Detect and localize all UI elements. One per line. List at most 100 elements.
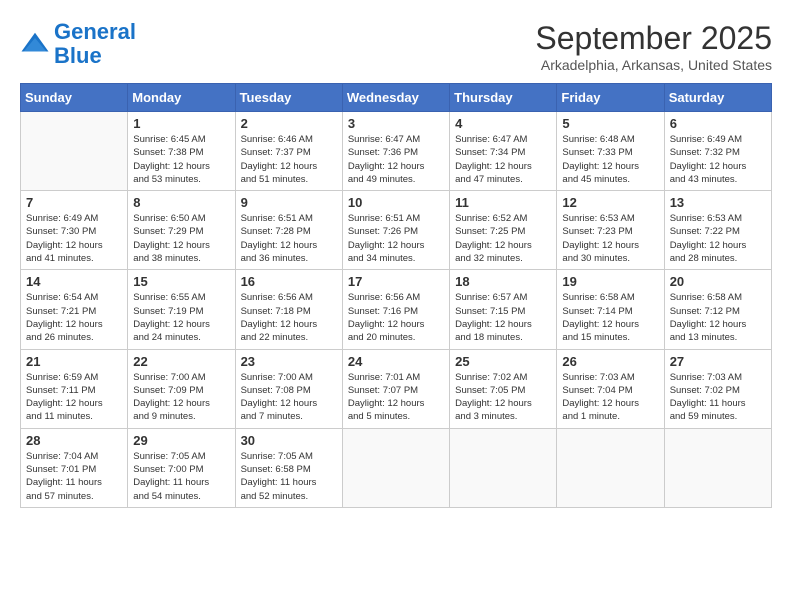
day-info: Sunrise: 6:51 AM Sunset: 7:28 PM Dayligh… — [241, 212, 337, 265]
calendar-cell: 20Sunrise: 6:58 AM Sunset: 7:12 PM Dayli… — [664, 270, 771, 349]
calendar-cell: 9Sunrise: 6:51 AM Sunset: 7:28 PM Daylig… — [235, 191, 342, 270]
day-number: 4 — [455, 116, 551, 131]
day-info: Sunrise: 6:55 AM Sunset: 7:19 PM Dayligh… — [133, 291, 229, 344]
day-header-sunday: Sunday — [21, 84, 128, 112]
calendar-cell: 24 Sunrise: 7:01 AM Sunset: 7:07 PM Dayli… — [342, 349, 449, 428]
day-info: Sunrise: 6:51 AM Sunset: 7:26 PM Dayligh… — [348, 212, 444, 265]
calendar-cell: 11Sunrise: 6:52 AM Sunset: 7:25 PM Dayli… — [450, 191, 557, 270]
day-number: 8 — [133, 195, 229, 210]
day-number: 7 — [26, 195, 122, 210]
calendar-cell: 8 Sunrise: 6:50 AM Sunset: 7:29 PM Daylig… — [128, 191, 235, 270]
calendar-cell: 1 Sunrise: 6:45 AM Sunset: 7:38 PM Daylig… — [128, 112, 235, 191]
calendar-week-3: 14 Sunrise: 6:54 AM Sunset: 7:21 PM Dayli… — [21, 270, 772, 349]
title-block: September 2025 Arkadelphia, Arkansas, Un… — [535, 20, 772, 73]
calendar-cell — [342, 428, 449, 507]
day-info: Sunrise: 6:57 AM Sunset: 7:15 PM Dayligh… — [455, 291, 551, 344]
day-header-tuesday: Tuesday — [235, 84, 342, 112]
day-number: 3 — [348, 116, 444, 131]
day-info: Sunrise: 7:05 AM Sunset: 6:58 PM Dayligh… — [241, 450, 337, 503]
day-number: 12 — [562, 195, 658, 210]
calendar-cell — [450, 428, 557, 507]
day-info: Sunrise: 6:47 AM Sunset: 7:34 PM Dayligh… — [455, 133, 551, 186]
calendar-cell: 14 Sunrise: 6:54 AM Sunset: 7:21 PM Dayli… — [21, 270, 128, 349]
calendar-cell: 28 Sunrise: 7:04 AM Sunset: 7:01 PM Dayli… — [21, 428, 128, 507]
day-info: Sunrise: 6:56 AM Sunset: 7:16 PM Dayligh… — [348, 291, 444, 344]
logo-text: General Blue — [54, 20, 136, 68]
day-info: Sunrise: 6:54 AM Sunset: 7:21 PM Dayligh… — [26, 291, 122, 344]
day-number: 6 — [670, 116, 766, 131]
day-info: Sunrise: 7:01 AM Sunset: 7:07 PM Dayligh… — [348, 371, 444, 424]
day-number: 22 — [133, 354, 229, 369]
subtitle: Arkadelphia, Arkansas, United States — [535, 57, 772, 73]
day-info: Sunrise: 6:53 AM Sunset: 7:23 PM Dayligh… — [562, 212, 658, 265]
calendar-cell: 13Sunrise: 6:53 AM Sunset: 7:22 PM Dayli… — [664, 191, 771, 270]
calendar-cell: 19 Sunrise: 6:58 AM Sunset: 7:14 PM Dayli… — [557, 270, 664, 349]
day-info: Sunrise: 6:47 AM Sunset: 7:36 PM Dayligh… — [348, 133, 444, 186]
day-info: Sunrise: 6:50 AM Sunset: 7:29 PM Dayligh… — [133, 212, 229, 265]
day-number: 15 — [133, 274, 229, 289]
day-number: 27 — [670, 354, 766, 369]
calendar-cell — [557, 428, 664, 507]
day-number: 13 — [670, 195, 766, 210]
day-number: 29 — [133, 433, 229, 448]
calendar-cell: 26 Sunrise: 7:03 AM Sunset: 7:04 PM Dayli… — [557, 349, 664, 428]
day-info: Sunrise: 7:03 AM Sunset: 7:02 PM Dayligh… — [670, 371, 766, 424]
day-number: 20 — [670, 274, 766, 289]
day-info: Sunrise: 6:48 AM Sunset: 7:33 PM Dayligh… — [562, 133, 658, 186]
page-header: General Blue September 2025 Arkadelphia,… — [20, 20, 772, 73]
day-number: 24 — [348, 354, 444, 369]
calendar-cell: 25 Sunrise: 7:02 AM Sunset: 7:05 PM Dayli… — [450, 349, 557, 428]
day-info: Sunrise: 6:58 AM Sunset: 7:14 PM Dayligh… — [562, 291, 658, 344]
day-number: 25 — [455, 354, 551, 369]
day-number: 18 — [455, 274, 551, 289]
day-info: Sunrise: 6:49 AM Sunset: 7:32 PM Dayligh… — [670, 133, 766, 186]
day-info: Sunrise: 6:49 AM Sunset: 7:30 PM Dayligh… — [26, 212, 122, 265]
day-header-monday: Monday — [128, 84, 235, 112]
day-info: Sunrise: 6:56 AM Sunset: 7:18 PM Dayligh… — [241, 291, 337, 344]
calendar-week-2: 7 Sunrise: 6:49 AM Sunset: 7:30 PM Daylig… — [21, 191, 772, 270]
day-header-saturday: Saturday — [664, 84, 771, 112]
month-title: September 2025 — [535, 20, 772, 57]
calendar-week-4: 21 Sunrise: 6:59 AM Sunset: 7:11 PM Dayli… — [21, 349, 772, 428]
calendar-cell: 29 Sunrise: 7:05 AM Sunset: 7:00 PM Dayli… — [128, 428, 235, 507]
day-number: 1 — [133, 116, 229, 131]
calendar-cell: 22Sunrise: 7:00 AM Sunset: 7:09 PM Dayli… — [128, 349, 235, 428]
calendar-cell: 23 Sunrise: 7:00 AM Sunset: 7:08 PM Dayli… — [235, 349, 342, 428]
day-number: 21 — [26, 354, 122, 369]
calendar-cell: 3 Sunrise: 6:47 AM Sunset: 7:36 PM Daylig… — [342, 112, 449, 191]
day-number: 2 — [241, 116, 337, 131]
calendar-cell: 10Sunrise: 6:51 AM Sunset: 7:26 PM Dayli… — [342, 191, 449, 270]
day-number: 16 — [241, 274, 337, 289]
calendar-cell: 27 Sunrise: 7:03 AM Sunset: 7:02 PM Dayli… — [664, 349, 771, 428]
day-number: 28 — [26, 433, 122, 448]
day-number: 26 — [562, 354, 658, 369]
day-header-friday: Friday — [557, 84, 664, 112]
calendar-cell — [21, 112, 128, 191]
day-number: 5 — [562, 116, 658, 131]
calendar-cell: 2 Sunrise: 6:46 AM Sunset: 7:37 PM Daylig… — [235, 112, 342, 191]
day-info: Sunrise: 6:45 AM Sunset: 7:38 PM Dayligh… — [133, 133, 229, 186]
day-info: Sunrise: 7:04 AM Sunset: 7:01 PM Dayligh… — [26, 450, 122, 503]
day-info: Sunrise: 7:00 AM Sunset: 7:08 PM Dayligh… — [241, 371, 337, 424]
day-number: 23 — [241, 354, 337, 369]
day-info: Sunrise: 6:59 AM Sunset: 7:11 PM Dayligh… — [26, 371, 122, 424]
day-number: 14 — [26, 274, 122, 289]
day-info: Sunrise: 7:03 AM Sunset: 7:04 PM Dayligh… — [562, 371, 658, 424]
calendar-cell: 18 Sunrise: 6:57 AM Sunset: 7:15 PM Dayli… — [450, 270, 557, 349]
day-info: Sunrise: 7:02 AM Sunset: 7:05 PM Dayligh… — [455, 371, 551, 424]
calendar-cell: 4 Sunrise: 6:47 AM Sunset: 7:34 PM Daylig… — [450, 112, 557, 191]
day-info: Sunrise: 6:46 AM Sunset: 7:37 PM Dayligh… — [241, 133, 337, 186]
day-number: 19 — [562, 274, 658, 289]
day-info: Sunrise: 7:05 AM Sunset: 7:00 PM Dayligh… — [133, 450, 229, 503]
calendar-cell — [664, 428, 771, 507]
logo: General Blue — [20, 20, 136, 68]
calendar-cell: 7 Sunrise: 6:49 AM Sunset: 7:30 PM Daylig… — [21, 191, 128, 270]
calendar-header-row: SundayMondayTuesdayWednesdayThursdayFrid… — [21, 84, 772, 112]
calendar-cell: 17Sunrise: 6:56 AM Sunset: 7:16 PM Dayli… — [342, 270, 449, 349]
day-header-wednesday: Wednesday — [342, 84, 449, 112]
day-number: 11 — [455, 195, 551, 210]
calendar-week-5: 28 Sunrise: 7:04 AM Sunset: 7:01 PM Dayli… — [21, 428, 772, 507]
calendar-cell: 5 Sunrise: 6:48 AM Sunset: 7:33 PM Daylig… — [557, 112, 664, 191]
calendar-week-1: 1 Sunrise: 6:45 AM Sunset: 7:38 PM Daylig… — [21, 112, 772, 191]
calendar-cell: 6 Sunrise: 6:49 AM Sunset: 7:32 PM Daylig… — [664, 112, 771, 191]
